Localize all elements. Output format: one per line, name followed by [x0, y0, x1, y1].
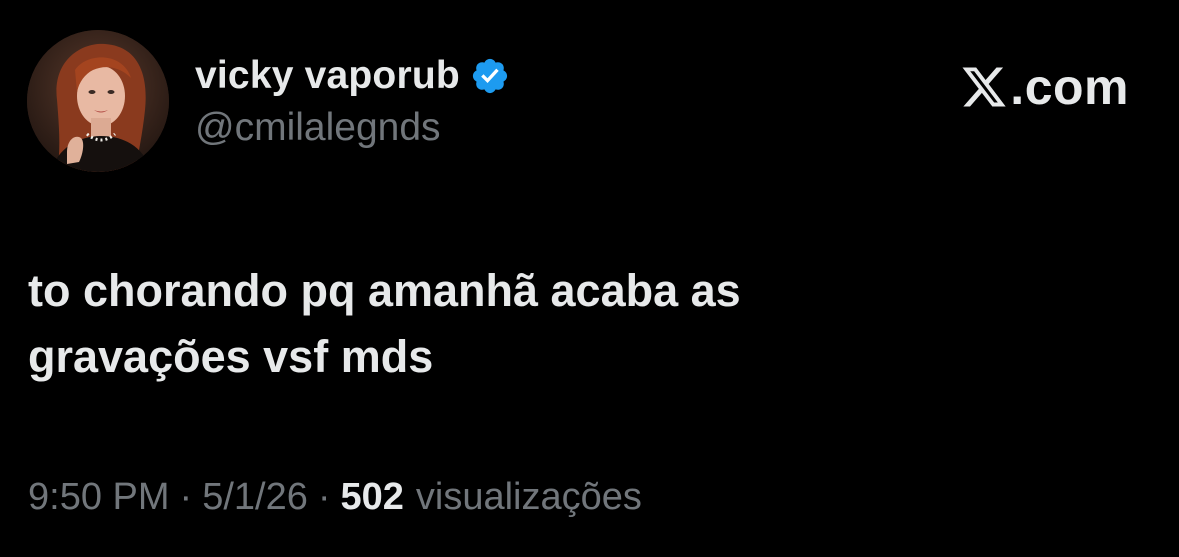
tweet-text-line: gravações vsf mds [28, 331, 434, 382]
x-logo-icon [960, 63, 1008, 111]
views-count: 502 [340, 476, 404, 518]
tweet-text: to chorando pq amanhã acaba as gravações… [28, 258, 1128, 390]
x-brand: .com [960, 62, 1129, 112]
views-label: visualizações [415, 476, 642, 518]
x-brand-text: .com [1010, 59, 1129, 115]
verified-badge-icon [470, 56, 510, 96]
tweet-meta: 9:50 PM · 5/1/26 · 502 visualizações [28, 476, 642, 519]
meta-separator: · [179, 476, 193, 518]
tweet-date[interactable]: 5/1/26 [202, 476, 308, 519]
avatar[interactable] [27, 30, 169, 172]
avatar-image [27, 30, 169, 172]
tweet-time[interactable]: 9:50 PM [28, 476, 170, 519]
meta-separator: · [317, 476, 331, 518]
author-display-name[interactable]: vicky vaporub [195, 54, 460, 98]
tweet-text-line: to chorando pq amanhã acaba as [28, 265, 741, 316]
author-name-row: vicky vaporub [195, 46, 510, 106]
author-handle[interactable]: @cmilalegnds [195, 106, 441, 150]
tweet-card: vicky vaporub @cmilalegnds .com to chora… [0, 0, 1179, 557]
